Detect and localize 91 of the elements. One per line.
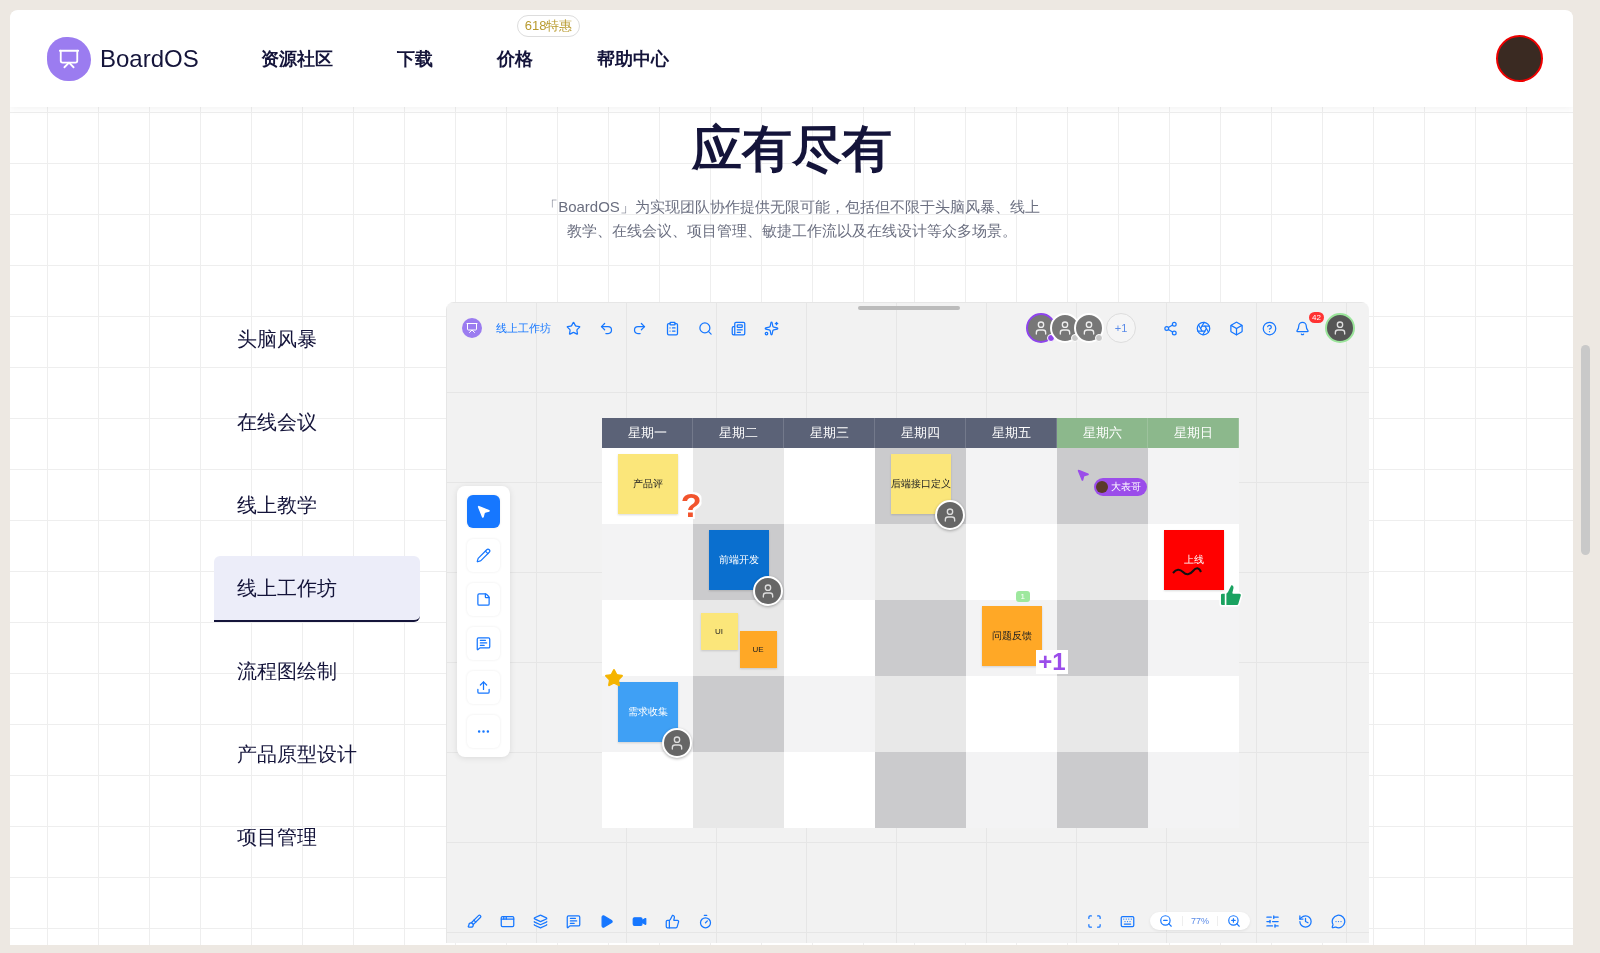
tool-button[interactable]	[467, 495, 500, 528]
zoom-out-icon[interactable]	[1159, 914, 1173, 928]
nav-link[interactable]: 帮助中心	[596, 48, 669, 69]
day-header: 星期日	[1148, 418, 1239, 448]
person-icon	[1332, 320, 1348, 336]
promo-badge: 618特惠	[516, 14, 581, 37]
sticky-note[interactable]: UE	[739, 630, 777, 668]
note-text: 产品评	[632, 477, 663, 491]
aperture-icon[interactable]	[1196, 320, 1211, 336]
comment-icon[interactable]	[566, 913, 581, 929]
note-text: 问题反馈	[991, 629, 1032, 643]
note-text: UE	[752, 644, 764, 654]
play-icon[interactable]	[599, 913, 614, 929]
zoom-level[interactable]: 77%	[1182, 916, 1218, 926]
day-header: 星期一	[602, 418, 693, 448]
section-title: 应有尽有	[690, 120, 893, 179]
undo-icon[interactable]	[599, 320, 614, 336]
layers-icon[interactable]	[533, 913, 548, 929]
fullscreen-icon[interactable]	[1087, 913, 1102, 929]
day-header: 星期六	[1057, 418, 1148, 448]
history-icon[interactable]	[1298, 913, 1313, 929]
board-logo-icon	[462, 318, 482, 338]
note-text: UI	[715, 626, 723, 636]
timer-icon[interactable]	[698, 913, 713, 929]
tool-button[interactable]	[467, 539, 500, 572]
sticky-icon	[476, 592, 491, 607]
nav-link[interactable]: 下载	[396, 48, 433, 69]
sliders-icon[interactable]	[1265, 913, 1280, 929]
select-icon	[476, 504, 491, 519]
pen-icon	[476, 548, 491, 563]
scenario-tab[interactable]: 项目管理	[214, 805, 420, 871]
sticky-note[interactable]: 前端开发	[708, 530, 769, 590]
note-text: 需求收集	[627, 705, 668, 719]
brush-icon[interactable]	[467, 913, 482, 929]
scenario-tab[interactable]: 线上工作坊	[214, 556, 420, 622]
keyboard-icon[interactable]	[1120, 913, 1135, 929]
star-icon[interactable]	[566, 320, 581, 336]
layout-icon[interactable]	[731, 320, 746, 336]
upload-icon	[476, 680, 491, 695]
chat-icon[interactable]	[1331, 913, 1346, 929]
clipboard-icon[interactable]	[665, 320, 680, 336]
sticky-note[interactable]: 产品评	[617, 454, 678, 514]
scenario-tab[interactable]: 线上教学	[214, 473, 420, 539]
day-header: 星期五	[966, 418, 1057, 448]
sticky-note[interactable]: 上线	[1163, 530, 1224, 590]
scenario-tab[interactable]: 在线会议	[214, 390, 420, 456]
nav-link[interactable]: 资源社区	[260, 48, 333, 69]
sticky-note[interactable]: 后端接口定义	[890, 454, 951, 514]
person-icon	[1033, 320, 1049, 336]
tool-button[interactable]	[467, 627, 500, 660]
sticky-note[interactable]: UI	[700, 612, 738, 650]
section-description: 「BoardOS」为实现团队协作提供无限可能，包括但不限于头脑风暴、线上教学、在线会议、项目管理、敏捷工作流以及在线设计等众多场景。	[542, 197, 1041, 241]
notification-icon[interactable]	[1295, 320, 1310, 336]
note-text: 前端开发	[718, 553, 759, 567]
redo-icon[interactable]	[632, 320, 647, 336]
board-title[interactable]: 线上工作坊	[496, 320, 551, 336]
notification-count: 42	[1309, 311, 1324, 323]
scribble-drawing	[1171, 566, 1202, 576]
day-header: 星期三	[784, 418, 875, 448]
cursor-name: 大表哥	[1111, 480, 1141, 494]
note-text: 上线	[1183, 553, 1204, 567]
collaborator-avatar[interactable]	[1026, 313, 1056, 343]
user-avatar[interactable]	[1496, 35, 1543, 82]
tag-avatar	[1096, 481, 1108, 493]
day-header: 星期四	[875, 418, 966, 448]
scenario-tab[interactable]: 产品原型设计	[214, 722, 420, 788]
thumbs-up-icon[interactable]	[665, 913, 680, 929]
tool-button[interactable]	[467, 583, 500, 616]
scrollbar[interactable]	[1581, 345, 1590, 555]
logo-icon	[47, 36, 91, 81]
sparkles-icon[interactable]	[764, 320, 779, 336]
share-icon[interactable]	[1163, 320, 1178, 336]
brand-name: BoardOS	[100, 44, 199, 73]
star-icon	[603, 668, 624, 688]
nav-link[interactable]: 价格	[496, 48, 533, 69]
zoom-in-icon[interactable]	[1227, 914, 1241, 928]
cube-icon[interactable]	[1229, 320, 1244, 336]
question-mark: ?	[680, 488, 702, 522]
person-icon	[1057, 320, 1073, 336]
tool-button[interactable]	[467, 671, 500, 704]
note-text: 后端接口定义	[890, 477, 951, 491]
person-icon	[1081, 320, 1097, 336]
cursor-icon	[1076, 468, 1090, 482]
day-header: 星期二	[693, 418, 784, 448]
search-icon[interactable]	[698, 320, 713, 336]
help-icon[interactable]	[1262, 320, 1277, 336]
window-icon[interactable]	[500, 913, 515, 929]
comment-icon	[476, 636, 491, 651]
plus-one-label: +1	[1036, 650, 1068, 674]
scenario-tab[interactable]: 流程图绘制	[214, 639, 420, 705]
scenario-tab[interactable]: 头脑风暴	[214, 307, 420, 373]
